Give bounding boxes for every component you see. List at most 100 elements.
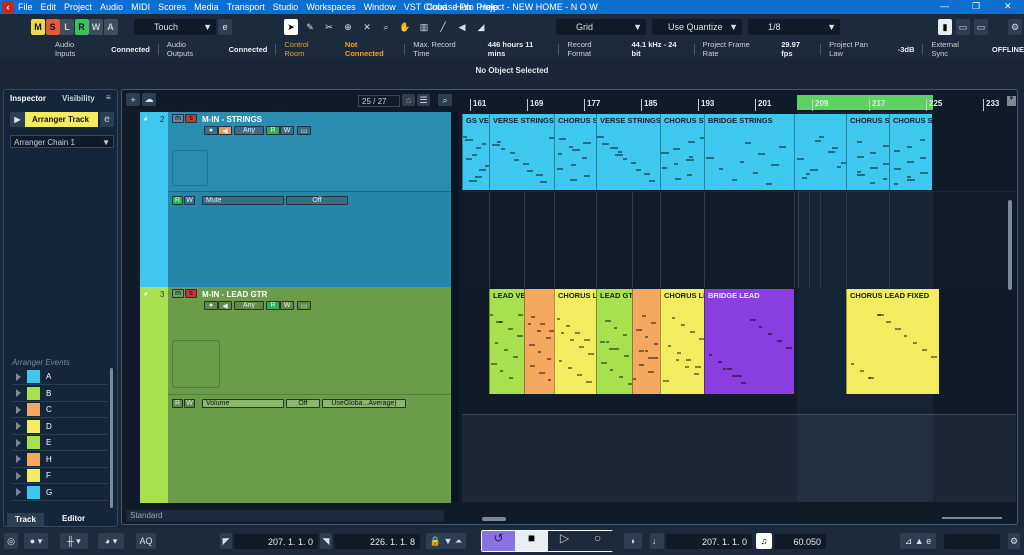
zoom-tool-icon[interactable]: ⌕ bbox=[378, 19, 394, 35]
midi-part-lead[interactable]: LEAD GTR bbox=[596, 289, 632, 394]
lane-read-button[interactable]: R bbox=[172, 196, 183, 205]
midi-part-strings[interactable]: VERSE STRINGS bbox=[489, 114, 554, 190]
play-icon[interactable] bbox=[16, 438, 21, 447]
mute-tool-icon[interactable]: ✋ bbox=[397, 19, 413, 35]
lane-write-button[interactable]: W bbox=[184, 399, 195, 408]
menu-edit[interactable]: Edit bbox=[41, 2, 57, 12]
menu-workspaces[interactable]: Workspaces bbox=[306, 2, 355, 12]
input-filter[interactable]: Any bbox=[234, 301, 264, 310]
mute-button[interactable]: m bbox=[172, 114, 184, 123]
punch-button[interactable]: ◗ bbox=[624, 533, 642, 549]
lanes-button[interactable]: ▭ bbox=[297, 126, 311, 135]
automation-mode-select[interactable]: Touch ▼ bbox=[134, 19, 216, 35]
play-icon[interactable]: ▶ bbox=[10, 112, 25, 127]
menu-file[interactable]: File bbox=[18, 2, 33, 12]
minimize-button[interactable]: — bbox=[940, 1, 949, 11]
menu-project[interactable]: Project bbox=[64, 2, 92, 12]
stop-button[interactable]: ■ bbox=[515, 531, 548, 551]
status-value[interactable]: -3dB bbox=[898, 45, 915, 54]
monitor-button[interactable]: ◀ bbox=[218, 126, 232, 135]
erase-tool-icon[interactable]: ✕ bbox=[359, 19, 375, 35]
mode-button-a[interactable]: A bbox=[103, 19, 118, 35]
midi-part-lead[interactable]: BRIDGE LEAD bbox=[704, 289, 794, 394]
menu-midi[interactable]: MIDI bbox=[131, 2, 150, 12]
mode-button-w[interactable]: W bbox=[89, 19, 103, 35]
mode-button-l[interactable]: L bbox=[60, 19, 74, 35]
settings-gear-icon[interactable]: ⚙ bbox=[1008, 19, 1022, 35]
menu-media[interactable]: Media bbox=[194, 2, 219, 12]
mode-button-m[interactable]: M bbox=[31, 19, 45, 35]
range-tool-icon[interactable]: ✎ bbox=[302, 19, 318, 35]
lane-value[interactable]: Off bbox=[286, 399, 320, 408]
arranger-event-f[interactable]: F bbox=[12, 468, 108, 484]
tab-inspector[interactable]: Inspector bbox=[10, 94, 46, 103]
lane-mode-select[interactable]: UseGloba...Average) bbox=[322, 399, 406, 408]
arranger-event-b[interactable]: B bbox=[12, 386, 108, 402]
midi-part-strings[interactable]: BRIDGE STRINGS bbox=[704, 114, 794, 190]
event-display[interactable]: GS VERSE VERSE STRINGS CHORUS ST VERSE STRI… bbox=[462, 112, 1016, 502]
midi-part-lead[interactable]: LEAD VER bbox=[489, 289, 524, 394]
line-tool-icon[interactable]: ╱ bbox=[435, 19, 451, 35]
midi-part-strings[interactable]: GS VERSE bbox=[462, 114, 489, 190]
mute-button[interactable]: m bbox=[172, 289, 184, 298]
zoom-slider[interactable] bbox=[942, 517, 1002, 519]
left-zone-toggle[interactable]: ▮ bbox=[938, 19, 952, 35]
menu-audio[interactable]: Audio bbox=[100, 2, 123, 12]
record-mode-button[interactable]: ● ▾ bbox=[24, 533, 48, 549]
midi-part-lead[interactable]: CHORUS LEAD FIXED bbox=[846, 289, 939, 394]
read-automation-button[interactable]: R bbox=[266, 126, 280, 135]
constrain-delay-button[interactable]: ◎ bbox=[4, 533, 18, 549]
play-button[interactable]: ▷ bbox=[548, 531, 581, 551]
tempo-display[interactable]: 60.050 bbox=[774, 534, 826, 549]
snap-type-select[interactable]: Grid ▼ bbox=[556, 19, 646, 35]
play-tool-icon[interactable]: ◀ bbox=[454, 19, 470, 35]
midi-part-strings[interactable]: CHORUS ST bbox=[846, 114, 889, 190]
status-value[interactable]: 44.1 kHz - 24 bit bbox=[632, 40, 686, 58]
left-locator-icon[interactable]: ◤ bbox=[220, 533, 232, 549]
arranger-event-h[interactable]: H bbox=[12, 452, 108, 468]
track-preset-select[interactable]: Standard bbox=[126, 510, 444, 522]
status-value[interactable]: 446 hours 11 mins bbox=[488, 40, 551, 58]
add-track-from-template-button[interactable]: ☁ bbox=[142, 93, 156, 106]
status-value[interactable]: Connected bbox=[229, 45, 268, 54]
lane-parameter-select[interactable]: Volume bbox=[202, 399, 284, 408]
edit-button[interactable]: e bbox=[100, 112, 114, 127]
midi-part-strings[interactable]: CHORUS ST bbox=[554, 114, 596, 190]
play-icon[interactable] bbox=[16, 471, 21, 480]
cycle-button[interactable]: ↺ bbox=[482, 531, 515, 551]
record-button[interactable]: ○ bbox=[581, 531, 614, 551]
transport-settings-icon[interactable]: ⚙ bbox=[1008, 533, 1020, 549]
metronome-icon[interactable]: ⊿ ▲ e bbox=[900, 533, 936, 549]
ruler-menu-button[interactable]: ▼ bbox=[1007, 96, 1016, 106]
track-strings[interactable]: ◕ 2 m s M-IN - STRINGS ● ◀ Any R W ▭ R W… bbox=[140, 112, 451, 287]
record-enable-button[interactable]: ● bbox=[204, 126, 218, 135]
track-list-icon[interactable]: ☰ bbox=[417, 94, 430, 106]
position-display[interactable]: 207. 1. 1. 0 bbox=[666, 534, 752, 549]
tab-editor[interactable]: Editor bbox=[62, 514, 85, 523]
menu-transport[interactable]: Transport bbox=[227, 2, 265, 12]
lanes-button[interactable]: ▭ bbox=[297, 301, 311, 310]
right-zone-toggle[interactable]: ▭ bbox=[974, 19, 988, 35]
status-value[interactable]: 29.97 fps bbox=[781, 40, 812, 58]
lane-read-button[interactable]: R bbox=[172, 399, 183, 408]
vertical-scrollbar[interactable] bbox=[1008, 200, 1012, 290]
tempo-track-icon[interactable]: ♫ bbox=[756, 533, 772, 549]
tab-track[interactable]: Track bbox=[7, 513, 44, 526]
lane-value[interactable]: Off bbox=[286, 196, 348, 205]
search-icon[interactable]: ⌕ bbox=[438, 94, 452, 106]
glue-tool-icon[interactable]: ⊕ bbox=[340, 19, 356, 35]
left-locator-value[interactable]: 207. 1. 1. 0 bbox=[234, 534, 318, 549]
play-icon[interactable] bbox=[16, 455, 21, 463]
track-visibility-icon[interactable]: ⌂ bbox=[402, 94, 415, 106]
add-track-button[interactable]: + bbox=[126, 93, 140, 106]
maximize-button[interactable]: ❐ bbox=[972, 1, 980, 12]
marker-field[interactable] bbox=[944, 534, 1000, 549]
midi-part-lead[interactable]: CHORUS LE bbox=[554, 289, 596, 394]
menu-vst-cloud[interactable]: VST Cloud bbox=[404, 2, 447, 12]
draw-tool-icon[interactable]: ▥ bbox=[416, 19, 432, 35]
lane-parameter-select[interactable]: Mute bbox=[202, 196, 284, 205]
arranger-chain-select[interactable]: Arranger Chain 1 ▼ bbox=[10, 135, 114, 148]
suspend-automation-button[interactable]: e bbox=[218, 19, 232, 35]
lock-icon[interactable]: 🔒 ▼ ⏶ bbox=[426, 533, 466, 549]
input-filter[interactable]: Any bbox=[234, 126, 264, 135]
